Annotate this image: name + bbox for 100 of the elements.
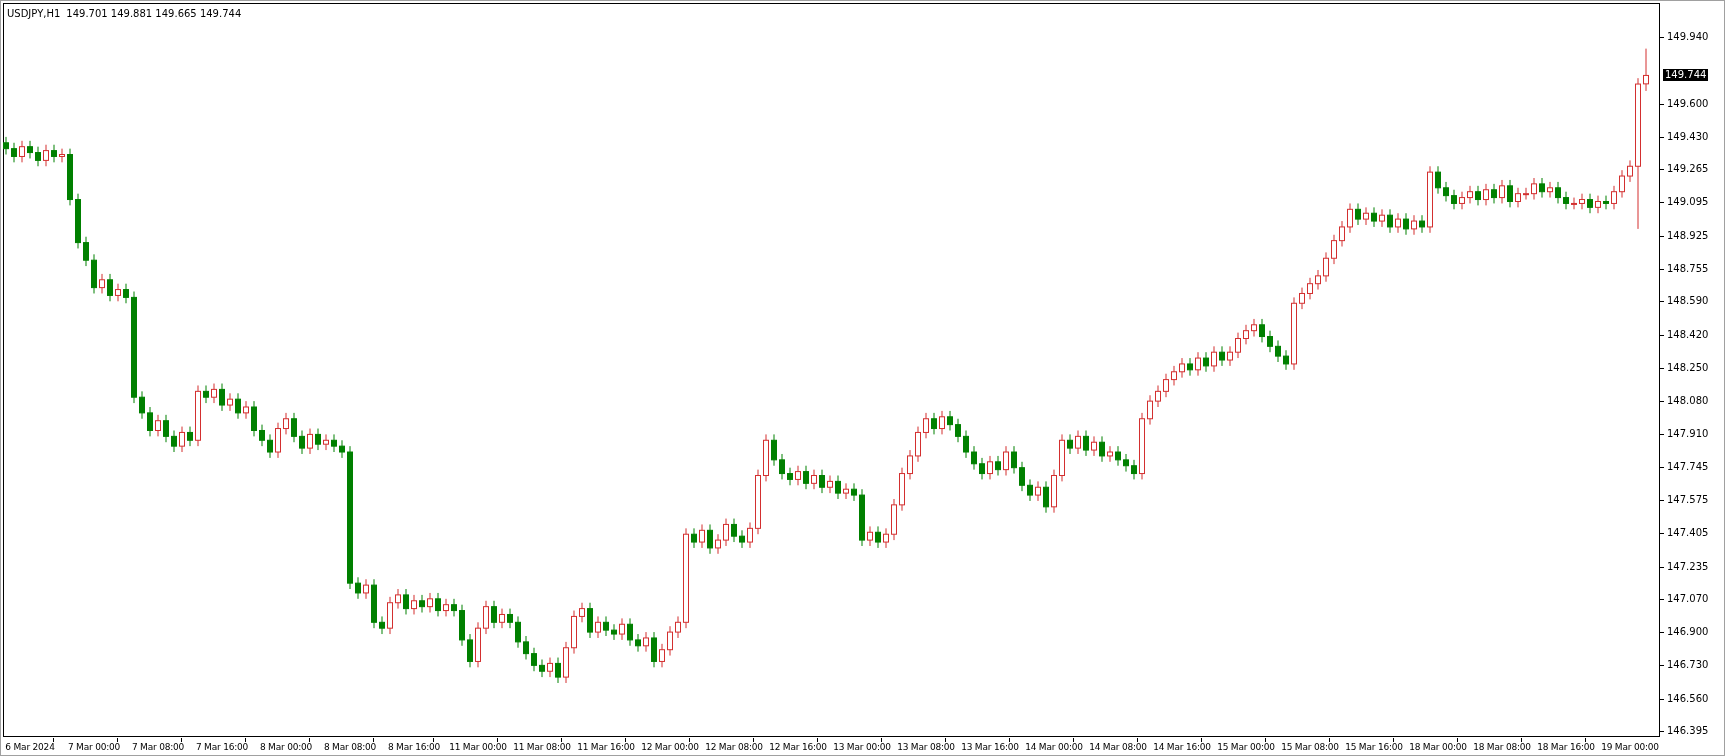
candle: [1011, 445, 1017, 475]
candle: [619, 617, 625, 641]
candle: [1083, 430, 1089, 457]
candle: [363, 578, 369, 600]
candle: [1531, 177, 1537, 201]
candle: [1091, 435, 1097, 457]
candle: [1075, 430, 1081, 455]
candle: [1195, 351, 1201, 377]
candle: [1107, 445, 1113, 463]
candle: [1067, 433, 1073, 455]
price-label: 148.420: [1667, 328, 1709, 341]
price-label: 148.590: [1667, 295, 1709, 308]
candle: [779, 453, 785, 480]
candle: [1019, 461, 1025, 492]
ohlc-values: 149.701 149.881 149.665 149.744: [66, 7, 242, 21]
candle: [635, 633, 641, 653]
candle: [1571, 197, 1577, 210]
candle: [291, 412, 297, 443]
candle: [675, 615, 681, 639]
candle: [1299, 287, 1305, 310]
candle: [987, 455, 993, 480]
candle: [1427, 165, 1433, 234]
time-label: 7 Mar 16:00: [195, 741, 249, 753]
candle: [451, 598, 457, 617]
candle: [403, 588, 409, 615]
candle: [915, 426, 921, 463]
candle: [699, 523, 705, 549]
candle: [1563, 191, 1569, 210]
candle: [379, 615, 385, 635]
candle: [243, 400, 249, 420]
candle: [139, 390, 145, 420]
chart-symbol: USDJPY,H1: [7, 7, 61, 21]
candle: [1347, 202, 1353, 234]
candle: [1491, 183, 1497, 204]
candle: [83, 236, 89, 267]
candle: [1507, 179, 1513, 208]
price-label: 147.745: [1667, 460, 1709, 473]
candle: [1411, 214, 1417, 236]
candle: [755, 469, 761, 535]
candle: [611, 623, 617, 641]
candle: [147, 406, 153, 437]
time-label: 18 Mar 00:00: [1409, 741, 1467, 753]
price-label: 147.910: [1667, 428, 1709, 441]
price-label: 148.250: [1667, 361, 1709, 374]
time-label: 11 Mar 00:00: [449, 741, 507, 753]
candle: [1387, 208, 1393, 234]
time-label: 11 Mar 16:00: [577, 741, 635, 753]
candle: [1267, 330, 1273, 353]
candle: [1051, 469, 1057, 514]
candle: [355, 576, 361, 600]
candle: [811, 469, 817, 490]
candle: [323, 433, 329, 451]
candle: [3, 136, 9, 155]
candle: [1611, 185, 1617, 210]
candle: [299, 430, 305, 455]
candle: [1499, 179, 1505, 204]
time-label: 19 Mar 00:00: [1601, 741, 1659, 753]
candle: [419, 594, 425, 613]
candle: [107, 273, 113, 302]
time-label: 15 Mar 08:00: [1281, 741, 1339, 753]
candle: [1187, 357, 1193, 377]
candle: [1171, 365, 1177, 386]
candle: [771, 433, 777, 467]
candle: [123, 283, 129, 304]
candle: [283, 412, 289, 435]
candle: [67, 148, 73, 206]
candle: [267, 433, 273, 459]
candle: [859, 488, 865, 547]
candle: [371, 578, 377, 629]
price-label: 147.070: [1667, 592, 1709, 605]
time-label: 8 Mar 00:00: [259, 741, 313, 753]
candle: [1483, 183, 1489, 206]
candle: [1475, 185, 1481, 206]
candle: [1203, 351, 1209, 373]
candle: [331, 433, 337, 453]
candle: [1379, 208, 1385, 228]
candle: [1003, 445, 1009, 476]
candle: [1355, 202, 1361, 226]
candle: [515, 615, 521, 649]
candle: [731, 518, 737, 543]
candle: [1339, 220, 1345, 247]
time-label: 13 Mar 00:00: [833, 741, 891, 753]
candle: [259, 424, 265, 447]
time-label: 12 Mar 08:00: [705, 741, 763, 753]
candle: [747, 522, 753, 549]
candle: [315, 428, 321, 451]
candle: [1155, 384, 1161, 408]
time-label: 18 Mar 08:00: [1473, 741, 1531, 753]
candle: [1547, 181, 1553, 199]
price-label: 148.925: [1667, 229, 1709, 242]
candle: [1139, 412, 1145, 480]
candle: [459, 604, 465, 647]
candle: [1315, 269, 1321, 291]
candle: [1515, 187, 1521, 208]
candle: [1099, 435, 1105, 463]
candle: [835, 475, 841, 500]
candle: [219, 383, 225, 412]
candle: [387, 596, 393, 635]
candle: [443, 598, 449, 617]
candle: [1579, 193, 1585, 210]
